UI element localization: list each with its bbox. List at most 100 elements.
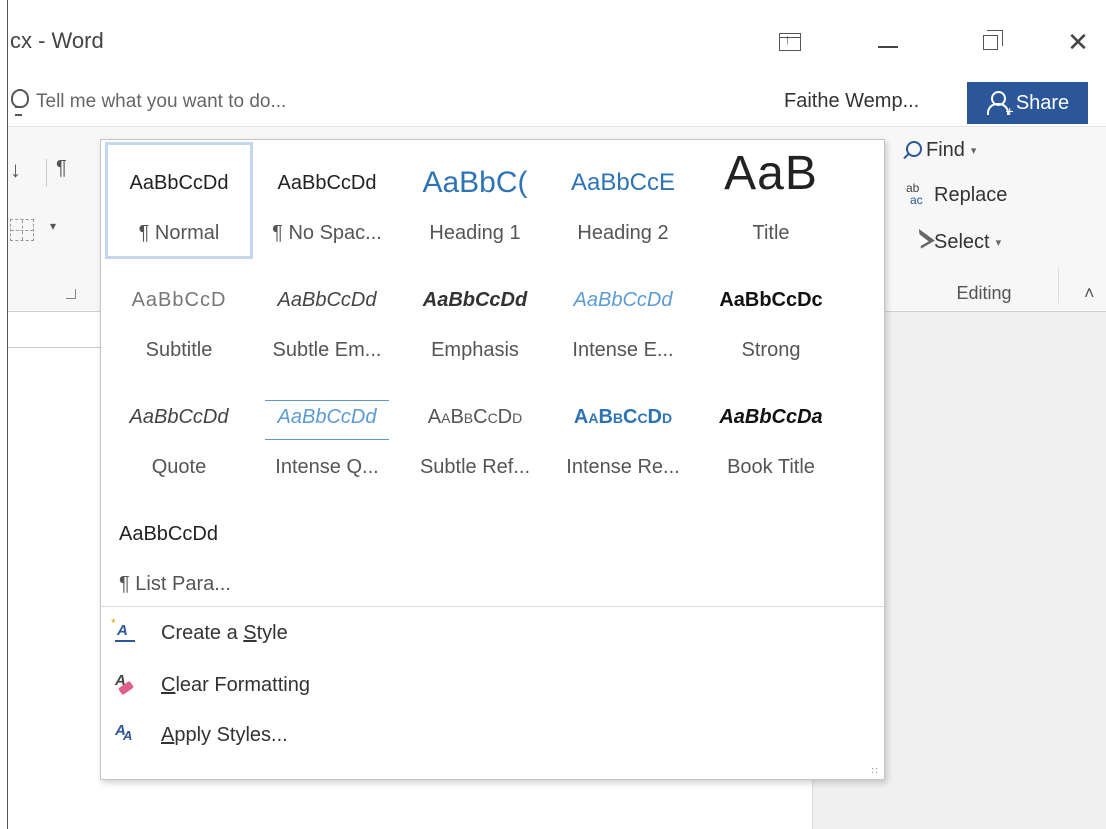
window-title: cx - Word [10,28,104,53]
restore-button[interactable] [970,22,1010,62]
style-label: Subtle Ref... [419,456,531,478]
style-preview: AaBbCcDa [719,406,823,428]
style-label: ¶ Normal [138,222,220,244]
create-style-accelerator: S [243,621,257,644]
style-preview: AaBbCcDd [119,523,218,545]
style-heading-1[interactable]: AaBbC(Heading 1 [401,142,549,259]
style-label: Subtle Em... [272,339,382,361]
find-label: Find [926,139,965,161]
editing-group-label: Editing [956,283,1012,303]
replace-button[interactable]: ab ac Replace [902,181,1008,207]
style-label: Quote [151,456,207,478]
apply-styles-command[interactable]: AA Apply Styles... [111,722,288,748]
style-no-spacing[interactable]: AaBbCcDd ¶ No Spac... [253,142,401,259]
style-preview: AaBbCcDd [277,289,377,311]
style-label: ¶ No Spac... [272,222,382,244]
style-normal[interactable]: AaBbCcDd ¶ Normal [105,142,253,259]
borders-dropdown-icon[interactable]: ▾ [50,219,56,233]
editing-group: Find ▾ ab ac Replace Select ▾ Editing [902,127,1066,313]
styles-gallery: AaBbCcDd ¶ Normal AaBbCcDd ¶ No Spac... AaBb… [100,139,885,780]
title-bar: cx - Word ✕ [8,0,1106,86]
search-icon [902,140,922,162]
share-person-icon: + [986,90,1014,118]
minimize-icon [878,46,898,48]
style-label: Intense Re... [566,456,680,478]
lightbulb-icon [8,88,30,116]
style-list-paragraph[interactable]: AaBbCcDd ¶ List Para... [105,493,253,610]
style-label: Subtitle [145,339,213,361]
ribbon-separator [1058,267,1059,303]
style-preview: AaBbCcDd [277,406,377,428]
borders-icon[interactable] [10,219,34,241]
style-label: Emphasis [431,339,519,361]
style-preview: AaBbCcDd [129,172,229,194]
share-button[interactable]: + Share [967,82,1088,124]
style-preview: AaB [724,147,818,200]
style-intense-emphasis[interactable]: AaBbCcDd Intense E... [549,259,697,376]
ribbon-display-icon [779,31,801,51]
ribbon-separator [46,159,47,187]
window-frame-left [0,0,8,829]
style-preview: AaBbC( [422,166,528,199]
close-icon: ✕ [1067,26,1089,57]
user-name[interactable]: Faithe Wemp... [784,90,919,113]
clear-formatting-command[interactable]: A Clear Formatting [111,672,310,698]
apply-styles-accelerator: A [161,723,175,746]
share-label: Share [1015,91,1070,114]
paragraph-dialog-launcher-icon[interactable] [66,289,76,299]
style-preview: AaBbCcE [570,169,676,196]
create-style-command[interactable]: * A Create a Style [111,616,288,646]
resize-grip-icon[interactable] [870,765,878,777]
style-preview: AaBbCcDc [719,289,823,311]
style-preview: AaBbCcDd [422,289,528,311]
style-subtle-reference[interactable]: AaBbCcDd Subtle Ref... [401,376,549,493]
show-formatting-marks-icon[interactable]: ¶ [56,157,67,180]
create-style-text-pre: Create a [161,621,244,644]
ruler-line [8,347,100,348]
replace-icon: ab ac [906,181,923,207]
replace-label: Replace [934,183,1008,206]
style-title[interactable]: AaB Title [697,142,845,259]
style-subtitle[interactable]: AaBbCcD Subtitle [105,259,253,376]
style-intense-quote[interactable]: AaBbCcDd Intense Q... [253,376,401,493]
style-quote[interactable]: AaBbCcDd Quote [105,376,253,493]
style-strong[interactable]: AaBbCcDc Strong [697,259,845,376]
style-emphasis[interactable]: AaBbCcDd Emphasis [401,259,549,376]
clear-formatting-accelerator: C [161,673,176,696]
style-preview: AaBbCcDd [573,289,673,311]
tell-me-placeholder: Tell me what you want to do... [36,91,287,112]
find-dropdown-icon: ▾ [970,145,977,157]
create-style-text-post: tyle [256,621,288,644]
clear-formatting-label: Clear Formatting [161,674,310,697]
tell-me-box[interactable]: Tell me what you want to do... [8,88,286,116]
restore-icon [982,29,1003,50]
ribbon-display-options-button[interactable] [770,22,810,62]
apply-styles-label: Apply Styles... [161,724,288,747]
select-dropdown-icon: ▾ [995,237,1002,249]
close-button[interactable]: ✕ [1058,22,1098,62]
style-label: Intense E... [572,339,674,361]
style-preview: AaBbCcD [131,289,227,311]
tell-me-bar: Tell me what you want to do... Faithe We… [8,80,1106,126]
eraser-icon: A [111,672,141,698]
clear-formatting-text-post: lear Formatting [175,673,310,696]
find-button[interactable]: Find ▾ [902,139,976,162]
style-preview: AaBbCcDd [427,406,523,428]
style-heading-2[interactable]: AaBbCcE Heading 2 [549,142,697,259]
select-label: Select [934,231,990,253]
cursor-icon [910,232,928,254]
minimize-button[interactable] [868,22,908,62]
style-intense-reference[interactable]: AaBbCcDd Intense Re... [549,376,697,493]
style-preview: AaBbCcDd [129,406,229,428]
collapse-ribbon-icon[interactable]: ˄ [1084,283,1095,304]
style-label: Strong [741,339,801,361]
style-label: Intense Q... [275,456,379,478]
create-style-icon: * A [111,616,141,646]
sort-icon[interactable]: ↓ [10,157,21,183]
gallery-separator [101,606,884,607]
select-button[interactable]: Select ▾ [910,231,1001,254]
style-label: Heading 2 [577,222,669,244]
style-book-title[interactable]: AaBbCcDa Book Title [697,376,845,493]
style-subtle-emphasis[interactable]: AaBbCcDd Subtle Em... [253,259,401,376]
style-label: Title [752,222,790,244]
